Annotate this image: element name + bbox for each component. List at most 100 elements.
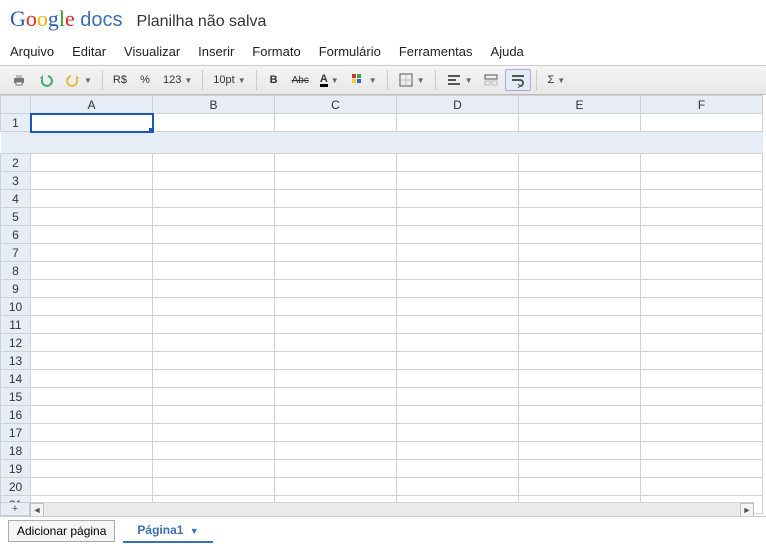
cell[interactable] bbox=[275, 244, 397, 262]
cell[interactable] bbox=[153, 316, 275, 334]
row-header[interactable]: 14 bbox=[1, 370, 31, 388]
cell[interactable] bbox=[397, 208, 519, 226]
cell[interactable] bbox=[641, 370, 763, 388]
cell[interactable] bbox=[397, 460, 519, 478]
cell[interactable] bbox=[275, 388, 397, 406]
row-header[interactable]: 3 bbox=[1, 172, 31, 190]
cell[interactable] bbox=[519, 334, 641, 352]
row-header[interactable]: 2 bbox=[1, 154, 31, 172]
menu-visualizar[interactable]: Visualizar bbox=[124, 44, 180, 59]
cell[interactable] bbox=[519, 316, 641, 334]
cell[interactable] bbox=[153, 190, 275, 208]
cell[interactable] bbox=[275, 172, 397, 190]
cell[interactable] bbox=[641, 478, 763, 496]
cell[interactable] bbox=[275, 406, 397, 424]
align-button[interactable]: ▼ bbox=[441, 69, 478, 91]
row-header[interactable]: 18 bbox=[1, 442, 31, 460]
cell[interactable] bbox=[31, 334, 153, 352]
cell[interactable] bbox=[641, 226, 763, 244]
cell[interactable] bbox=[31, 442, 153, 460]
column-header[interactable]: B bbox=[153, 96, 275, 114]
cell[interactable] bbox=[519, 280, 641, 298]
document-title[interactable]: Planilha não salva bbox=[137, 13, 267, 31]
menu-arquivo[interactable]: Arquivo bbox=[10, 44, 54, 59]
cell[interactable] bbox=[31, 226, 153, 244]
cell[interactable] bbox=[641, 244, 763, 262]
row-header[interactable]: 6 bbox=[1, 226, 31, 244]
cell[interactable] bbox=[275, 280, 397, 298]
cell[interactable] bbox=[153, 406, 275, 424]
cell[interactable] bbox=[397, 262, 519, 280]
column-header[interactable]: D bbox=[397, 96, 519, 114]
undo-button[interactable] bbox=[33, 69, 59, 91]
cell[interactable] bbox=[519, 244, 641, 262]
cell[interactable] bbox=[31, 478, 153, 496]
cell[interactable] bbox=[641, 208, 763, 226]
row-header[interactable]: 5 bbox=[1, 208, 31, 226]
cell[interactable] bbox=[641, 172, 763, 190]
number-format-button[interactable]: 123 ▼ bbox=[158, 69, 197, 91]
cell[interactable] bbox=[275, 190, 397, 208]
cell[interactable] bbox=[397, 114, 519, 132]
horizontal-scrollbar[interactable]: ◄ ► bbox=[30, 502, 754, 516]
menu-editar[interactable]: Editar bbox=[72, 44, 106, 59]
cell[interactable] bbox=[641, 298, 763, 316]
cell[interactable] bbox=[153, 262, 275, 280]
cell[interactable] bbox=[641, 316, 763, 334]
cell[interactable] bbox=[153, 460, 275, 478]
font-size-button[interactable]: 10pt ▼ bbox=[208, 69, 250, 91]
cell[interactable] bbox=[519, 226, 641, 244]
cell[interactable] bbox=[641, 460, 763, 478]
cell[interactable] bbox=[31, 424, 153, 442]
sheet-tab-1[interactable]: Página1 ▼ bbox=[123, 519, 212, 543]
cell[interactable] bbox=[31, 190, 153, 208]
cell[interactable] bbox=[519, 114, 641, 132]
cell[interactable] bbox=[519, 172, 641, 190]
cell[interactable] bbox=[397, 478, 519, 496]
cell[interactable] bbox=[397, 172, 519, 190]
row-header[interactable]: 20 bbox=[1, 478, 31, 496]
cell[interactable] bbox=[519, 298, 641, 316]
cell[interactable] bbox=[519, 154, 641, 172]
cell[interactable] bbox=[153, 370, 275, 388]
wrap-text-button[interactable] bbox=[505, 69, 531, 91]
cell[interactable] bbox=[641, 406, 763, 424]
row-header[interactable]: 17 bbox=[1, 424, 31, 442]
cell[interactable] bbox=[153, 244, 275, 262]
column-header[interactable]: A bbox=[31, 96, 153, 114]
grid[interactable]: ABCDEF123456789101112131415161718192021 bbox=[0, 95, 763, 514]
cell[interactable] bbox=[397, 244, 519, 262]
cell[interactable] bbox=[153, 280, 275, 298]
cell[interactable] bbox=[31, 370, 153, 388]
cell[interactable] bbox=[519, 478, 641, 496]
cell[interactable] bbox=[275, 298, 397, 316]
add-page-button[interactable]: Adicionar página bbox=[8, 520, 115, 542]
bold-button[interactable]: B bbox=[262, 69, 286, 91]
cell[interactable] bbox=[641, 154, 763, 172]
row-header[interactable]: 15 bbox=[1, 388, 31, 406]
cell[interactable] bbox=[275, 352, 397, 370]
cell[interactable] bbox=[153, 298, 275, 316]
cell[interactable] bbox=[153, 114, 275, 132]
cell[interactable] bbox=[397, 388, 519, 406]
cell[interactable] bbox=[275, 154, 397, 172]
cell[interactable] bbox=[153, 442, 275, 460]
cell[interactable] bbox=[31, 154, 153, 172]
row-header[interactable]: 12 bbox=[1, 334, 31, 352]
cell[interactable] bbox=[31, 460, 153, 478]
row-header[interactable]: 11 bbox=[1, 316, 31, 334]
cell[interactable] bbox=[153, 352, 275, 370]
cell[interactable] bbox=[519, 442, 641, 460]
cell[interactable] bbox=[31, 208, 153, 226]
cell[interactable] bbox=[31, 280, 153, 298]
cell[interactable] bbox=[519, 388, 641, 406]
cell[interactable] bbox=[519, 208, 641, 226]
cell[interactable] bbox=[641, 334, 763, 352]
cell[interactable] bbox=[519, 460, 641, 478]
cell[interactable] bbox=[153, 226, 275, 244]
cell[interactable] bbox=[641, 190, 763, 208]
cell[interactable] bbox=[275, 316, 397, 334]
cell[interactable] bbox=[397, 352, 519, 370]
cell[interactable] bbox=[641, 262, 763, 280]
row-header[interactable]: 8 bbox=[1, 262, 31, 280]
